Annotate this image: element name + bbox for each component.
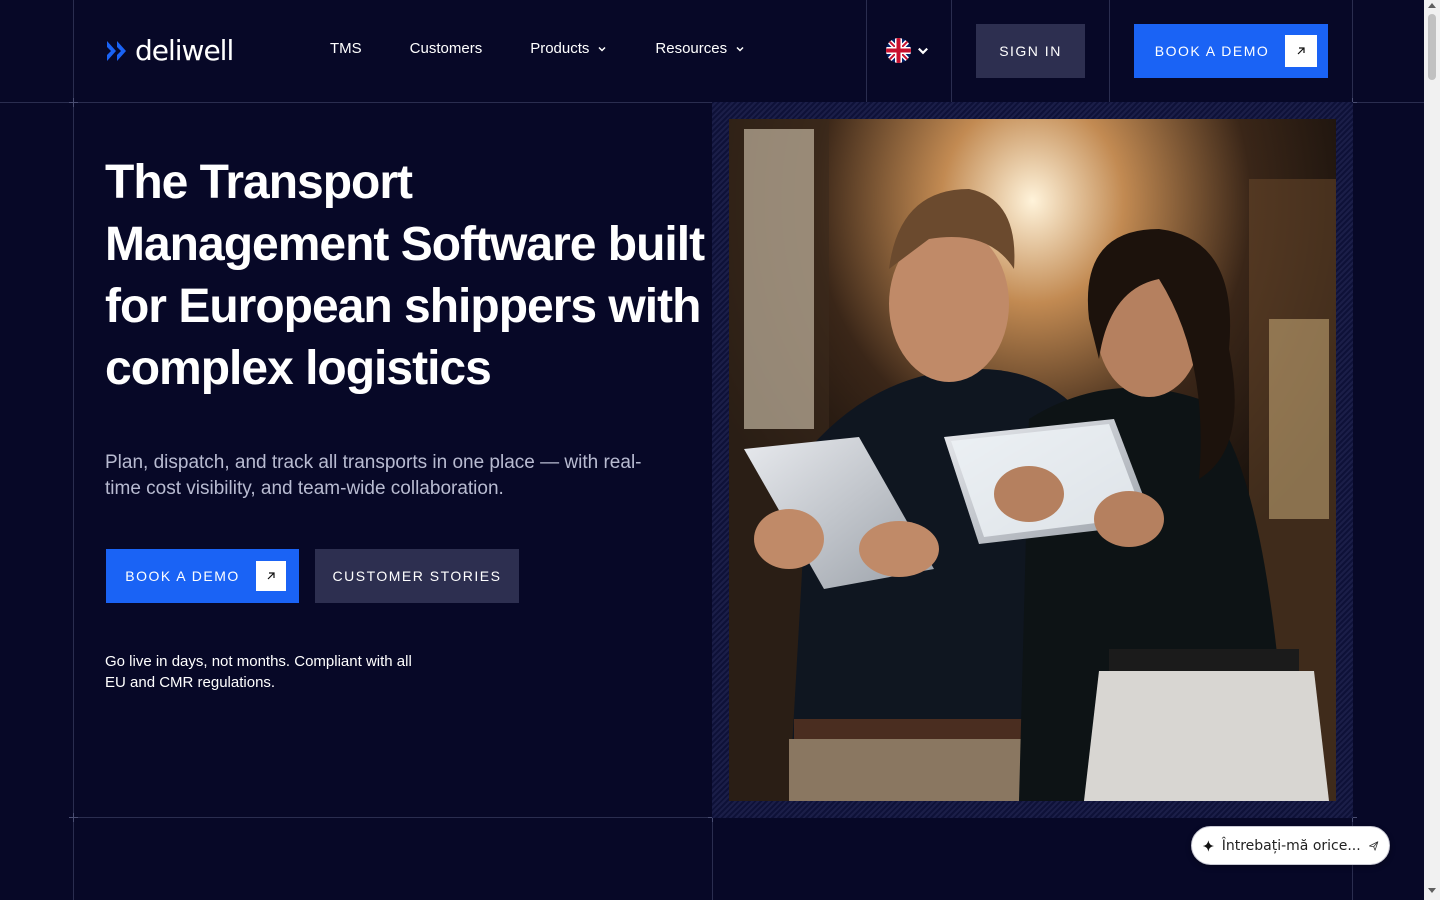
uk-flag-icon	[886, 38, 911, 63]
book-demo-label: BOOK A DEMO	[125, 568, 240, 584]
hero-subheadline: Plan, dispatch, and track all transports…	[105, 452, 642, 499]
scroll-down-icon[interactable]	[1428, 888, 1436, 893]
language-selector[interactable]	[886, 38, 929, 63]
chat-input[interactable]: Întrebați-mă orice...	[1222, 838, 1361, 854]
lower-divider	[712, 817, 713, 900]
nav-item-products[interactable]: Products	[530, 40, 607, 57]
book-demo-button[interactable]: BOOK A DEMO	[106, 549, 299, 603]
logo-text: deliwell	[135, 34, 234, 67]
logo[interactable]: deliwell	[105, 34, 234, 67]
nav-item-resources[interactable]: Resources	[655, 40, 745, 57]
frame-line-left	[73, 0, 74, 900]
chevron-down-icon	[918, 47, 928, 54]
corner-marker	[69, 813, 78, 822]
people-with-tablets-image	[729, 119, 1336, 801]
page-scrollbar[interactable]	[1424, 0, 1440, 900]
main-nav: TMS Customers Products Resources	[330, 40, 793, 57]
send-icon[interactable]	[1368, 838, 1379, 854]
book-demo-label: BOOK A DEMO	[1154, 43, 1270, 59]
arrow-up-right-icon	[1285, 35, 1318, 67]
scroll-up-icon[interactable]	[1428, 3, 1436, 8]
nav-label: Resources	[655, 40, 728, 57]
site-header: deliwell TMS Customers Products Resource…	[0, 0, 1424, 102]
scroll-thumb[interactable]	[1428, 14, 1436, 80]
chevron-down-icon	[736, 46, 744, 52]
nav-item-customers[interactable]: Customers	[410, 40, 483, 57]
nav-item-tms[interactable]: TMS	[330, 40, 362, 57]
nav-label: Customers	[409, 40, 483, 57]
sparkle-icon	[1202, 839, 1214, 852]
hero-note: Go live in days, not months. Compliant w…	[105, 653, 412, 691]
customer-stories-button[interactable]: CUSTOMER STORIES	[315, 549, 519, 603]
hero-headline: The Transport Management Software built …	[105, 156, 705, 395]
nav-label: TMS	[330, 40, 362, 57]
hero-photo	[729, 119, 1336, 801]
nav-label: Products	[530, 40, 590, 57]
chat-widget[interactable]: Întrebați-mă orice...	[1191, 826, 1390, 865]
sign-in-button[interactable]: SIGN IN	[976, 24, 1085, 78]
logo-mark-icon	[107, 40, 126, 61]
book-demo-button-header[interactable]: BOOK A DEMO	[1134, 24, 1328, 78]
chevron-down-icon	[598, 46, 606, 52]
arrow-up-right-icon	[255, 561, 286, 591]
